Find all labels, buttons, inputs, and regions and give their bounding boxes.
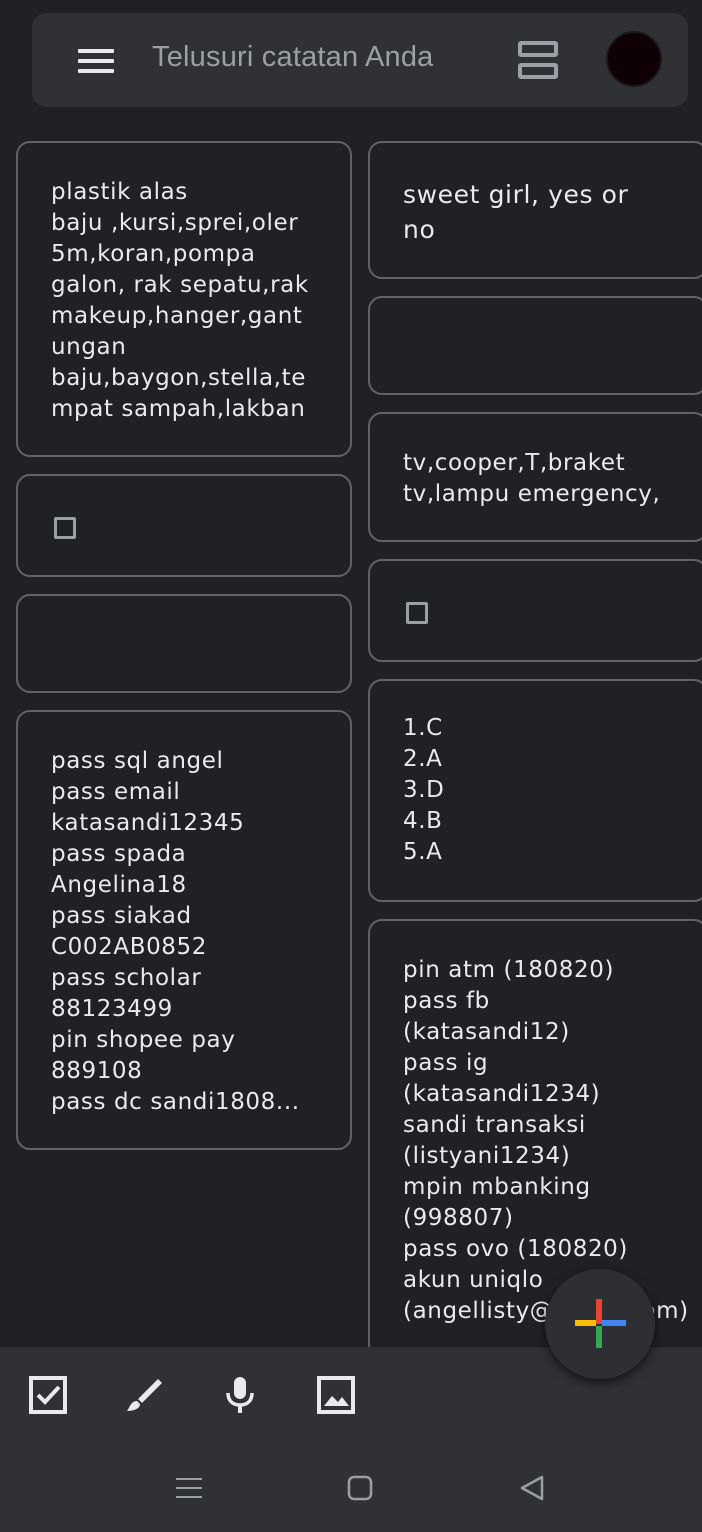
menu-icon[interactable]	[78, 49, 114, 73]
brush-icon[interactable]	[124, 1375, 164, 1415]
note-text: sweet girl, yes or no	[403, 180, 629, 244]
note-text: plastik alas baju ,kursi,sprei,oler 5m,k…	[51, 179, 309, 422]
note-card[interactable]: plastik alas baju ,kursi,sprei,oler 5m,k…	[16, 141, 352, 457]
checkbox-icon	[406, 602, 428, 624]
checkbox-icon	[54, 517, 76, 539]
back-icon[interactable]	[519, 1475, 545, 1501]
note-card[interactable]: pass sql angel pass email katasandi12345…	[16, 710, 352, 1150]
recent-apps-icon[interactable]	[175, 1474, 203, 1502]
note-text: pass sql angel pass email katasandi12345…	[51, 748, 300, 1115]
search-input[interactable]: Telusuri catatan Anda	[152, 41, 434, 74]
note-card[interactable]: tv,cooper,T,braket tv,lampu emergency,	[368, 412, 702, 542]
avatar[interactable]	[606, 31, 662, 87]
note-card[interactable]	[368, 559, 702, 662]
note-card[interactable]: sweet girl, yes or no	[368, 141, 702, 279]
home-icon[interactable]	[347, 1475, 373, 1501]
note-card[interactable]: 1.C 2.A 3.D 4.B 5.A	[368, 679, 702, 902]
checkbox-icon[interactable]	[28, 1375, 68, 1415]
list-view-icon[interactable]	[518, 41, 558, 79]
mic-icon[interactable]	[220, 1375, 260, 1415]
note-text: tv,cooper,T,braket tv,lampu emergency,	[403, 450, 661, 507]
note-card[interactable]	[16, 594, 352, 693]
search-bar[interactable]: Telusuri catatan Anda	[32, 13, 688, 107]
note-text: 1.C 2.A 3.D 4.B 5.A	[403, 715, 445, 865]
add-note-button[interactable]	[545, 1269, 655, 1379]
plus-icon	[575, 1299, 626, 1348]
image-icon[interactable]	[316, 1375, 356, 1415]
note-card[interactable]	[16, 474, 352, 577]
note-card[interactable]	[368, 296, 702, 395]
system-nav-bar	[0, 1442, 702, 1532]
